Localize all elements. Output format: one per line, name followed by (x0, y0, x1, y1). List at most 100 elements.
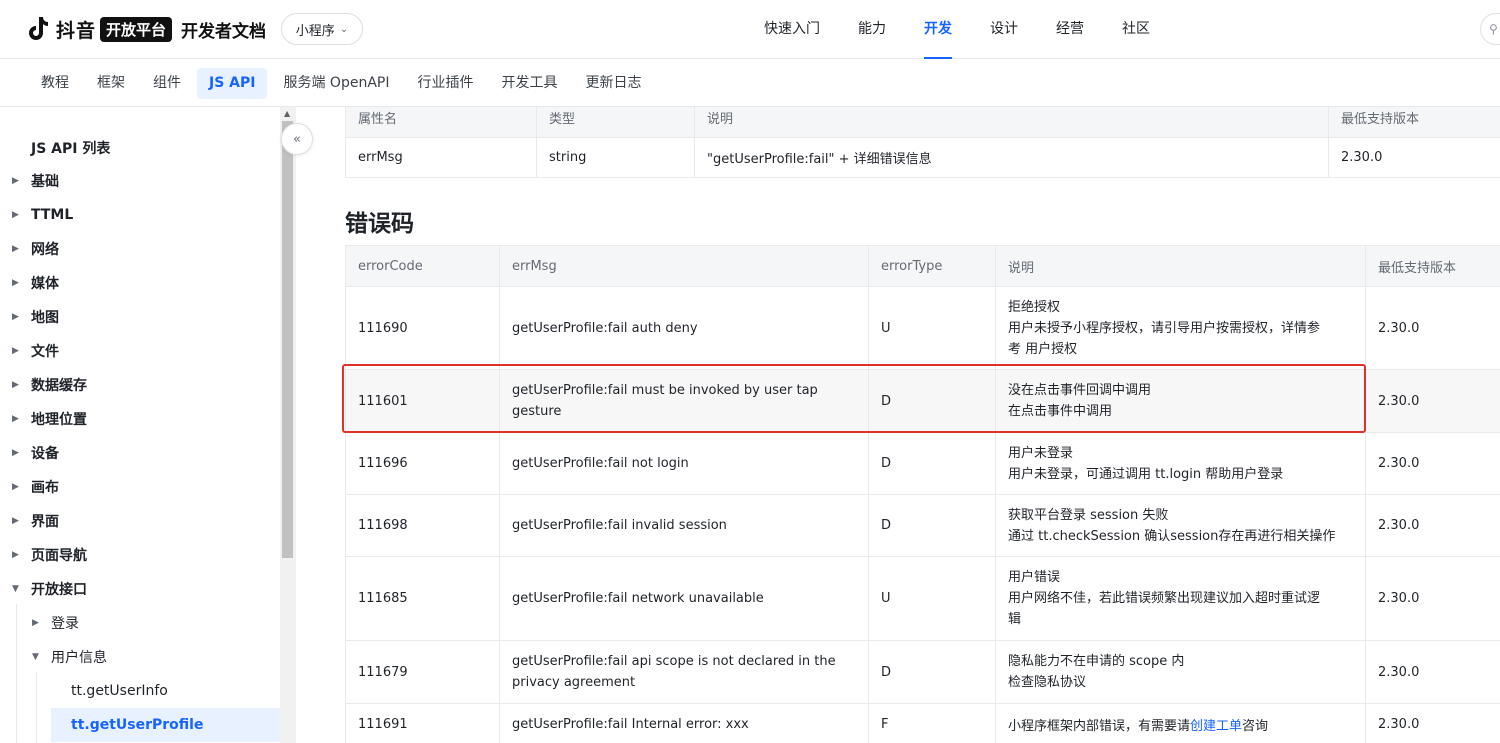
product-select[interactable]: 小程序 ⌄ (281, 13, 363, 45)
sidebar-item-open-api[interactable]: ▼ 开放接口 (12, 572, 280, 606)
sidebar-item-file[interactable]: ▶ 文件 (12, 334, 280, 368)
error-msg-cell: getUserProfile:fail network unavailable (499, 556, 869, 641)
caret-down-icon: ▼ (32, 652, 39, 662)
tab-server-openapi[interactable]: 服务端 OpenAPI (271, 68, 401, 99)
error-msg-cell: getUserProfile:fail Internal error: xxx (499, 703, 869, 743)
sidebar-item-user-info[interactable]: ▼ 用户信息 (32, 640, 300, 674)
nav-item-community[interactable]: 社区 (1122, 0, 1150, 59)
scrollbar-thumb[interactable] (282, 121, 293, 558)
error-type-cell: D (868, 640, 996, 704)
create-ticket-link[interactable]: 创建工单 (1190, 719, 1242, 734)
scroll-up-icon[interactable]: ▲ (284, 109, 290, 118)
sidebar-item-basic[interactable]: ▶ 基础 (12, 164, 280, 198)
cell-line: getUserProfile:fail api scope is not dec… (512, 654, 836, 669)
error-desc-cell: 没在点击事件回调中调用 在点击事件中调用 (995, 369, 1366, 433)
tab-tutorial[interactable]: 教程 (29, 68, 81, 99)
nav-item-develop[interactable]: 开发 (924, 0, 952, 59)
version-cell: 2.30.0 (1365, 640, 1500, 704)
tab-js-api[interactable]: JS API (197, 68, 268, 99)
table-header-cell: 最低支持版本 (1328, 107, 1500, 138)
table-header-cell: errorCode (345, 245, 500, 287)
logo[interactable]: 抖音 开放平台 开发者文档 (28, 15, 266, 43)
cell-line: 检查隐私协议 (1008, 675, 1087, 690)
nav-item-operate[interactable]: 经营 (1056, 0, 1084, 59)
sidebar-item-label: 开放接口 (31, 582, 87, 598)
collapse-sidebar-button[interactable]: « (281, 123, 313, 155)
error-code-cell: 111698 (345, 494, 500, 557)
sidebar-item-navigation[interactable]: ▶ 页面导航 (12, 538, 280, 572)
table-header-cell: 最低支持版本 (1365, 245, 1500, 287)
cell-line: getUserProfile:fail Internal error: xxx (512, 717, 749, 732)
table-header-cell: errMsg (499, 245, 869, 287)
error-msg-cell: getUserProfile:fail not login (499, 432, 869, 495)
sidebar-item-label: 登录 (51, 616, 79, 632)
cell-line: 通过 tt.checkSession 确认session存在再进行相关操作 (1008, 528, 1336, 544)
version-cell: 2.30.0 (1365, 703, 1500, 743)
cell-line: 用户错误 (1008, 570, 1061, 585)
cell-line: 拒绝授权 (1008, 299, 1061, 315)
sidebar-item-network[interactable]: ▶ 网络 (12, 232, 280, 266)
caret-right-icon: ▶ (12, 210, 19, 220)
sidebar-item-device[interactable]: ▶ 设备 (12, 436, 280, 470)
tab-industry-plugins[interactable]: 行业插件 (405, 68, 485, 99)
sidebar-item-canvas[interactable]: ▶ 画布 (12, 470, 280, 504)
caret-right-icon: ▶ (12, 278, 19, 288)
version-cell: 2.30.0 (1365, 494, 1500, 557)
sidebar-item-location[interactable]: ▶ 地理位置 (12, 402, 280, 436)
sidebar-item-get-user-info[interactable]: tt.getUserInfo (51, 674, 280, 708)
sidebar-item-login[interactable]: ▶ 登录 (32, 606, 300, 640)
sidebar-item-ttml[interactable]: ▶ TTML (12, 198, 280, 232)
tab-framework[interactable]: 框架 (85, 68, 137, 99)
sidebar-scrollbar[interactable]: ▲ (280, 107, 296, 743)
table-cell: 2.30.0 (1328, 137, 1500, 178)
sidebar: JS API 列表 ▶ 基础 ▶ TTML ▶ 网络 ▶ 媒体 ▶ 地图 ▶ 文件 ▶ 数据缓… (0, 107, 296, 743)
sub-tabs: 教程 框架 组件 JS API 服务端 OpenAPI 行业插件 开发工具 更新… (29, 68, 657, 99)
table-header-cell: 说明 (995, 245, 1366, 287)
sub-header: 教程 框架 组件 JS API 服务端 OpenAPI 行业插件 开发工具 更新… (0, 59, 1500, 107)
error-desc-cell: 小程序框架内部错误，有需要请创建工单咨询 (995, 703, 1366, 743)
cell-line: 用户网络不佳，若此错误频繁出现建议加入超时重试逻 (1008, 591, 1321, 606)
logo-badge: 开放平台 (100, 16, 173, 42)
nav-item-quickstart[interactable]: 快速入门 (764, 0, 820, 59)
caret-right-icon: ▶ (12, 516, 19, 526)
error-desc-cell: 用户错误 用户网络不佳，若此错误频繁出现建议加入超时重试逻 辑 (995, 556, 1366, 641)
nav-item-design[interactable]: 设计 (990, 0, 1018, 59)
error-code-cell: 111679 (345, 640, 500, 704)
sidebar-item-interface[interactable]: ▶ 界面 (12, 504, 280, 538)
sidebar-item-media[interactable]: ▶ 媒体 (12, 266, 280, 300)
tab-changelog[interactable]: 更新日志 (573, 68, 653, 99)
error-code-heading: 错误码 (345, 211, 414, 237)
sidebar-item-map[interactable]: ▶ 地图 (12, 300, 280, 334)
sidebar-item-storage[interactable]: ▶ 数据缓存 (12, 368, 280, 402)
caret-right-icon: ▶ (12, 176, 19, 186)
error-msg-cell: getUserProfile:fail auth deny (499, 286, 869, 370)
logo-brand: 抖音 (56, 19, 97, 42)
cell-line: getUserProfile:fail not login (512, 456, 689, 471)
caret-right-icon: ▶ (12, 346, 19, 356)
chevron-down-icon: ⌄ (339, 23, 349, 35)
error-desc-cell: 用户未登录 用户未登录，可通过调用 tt.login 帮助用户登录 (995, 432, 1366, 495)
caret-right-icon: ▶ (12, 448, 19, 458)
top-nav: 快速入门 能力 开发 设计 经营 社区 (764, 0, 1188, 59)
caret-down-icon: ▼ (12, 584, 19, 594)
table-header-row: 属性名 类型 说明 最低支持版本 (345, 107, 1500, 138)
error-msg-cell: getUserProfile:fail must be invoked by u… (499, 369, 869, 433)
sidebar-item-label: 文件 (31, 344, 59, 360)
caret-right-icon: ▶ (12, 312, 19, 322)
error-type-cell: U (868, 556, 996, 641)
sidebar-item-get-user-profile[interactable]: tt.getUserProfile (51, 708, 280, 742)
top-header: 抖音 开放平台 开发者文档 小程序 ⌄ 快速入门 能力 开发 设计 经营 社区 … (0, 0, 1500, 59)
cell-line: privacy agreement (512, 675, 636, 690)
cell-text: 小程序框架内部错误，有需要请 (1008, 719, 1191, 734)
tab-dev-tools[interactable]: 开发工具 (489, 68, 569, 99)
logo-docs: 开发者文档 (181, 21, 267, 42)
caret-right-icon: ▶ (12, 414, 19, 424)
cell-line: 在点击事件中调用 (1008, 404, 1113, 419)
nav-item-capability[interactable]: 能力 (858, 0, 886, 59)
sidebar-title: JS API 列表 (31, 141, 111, 157)
table-header-cell: 说明 (694, 107, 1329, 138)
sidebar-item-label: 用户信息 (51, 650, 107, 666)
tab-components[interactable]: 组件 (141, 68, 193, 99)
table-header-cell: errorType (868, 245, 996, 287)
search-box[interactable]: ⚲ (1480, 13, 1500, 45)
